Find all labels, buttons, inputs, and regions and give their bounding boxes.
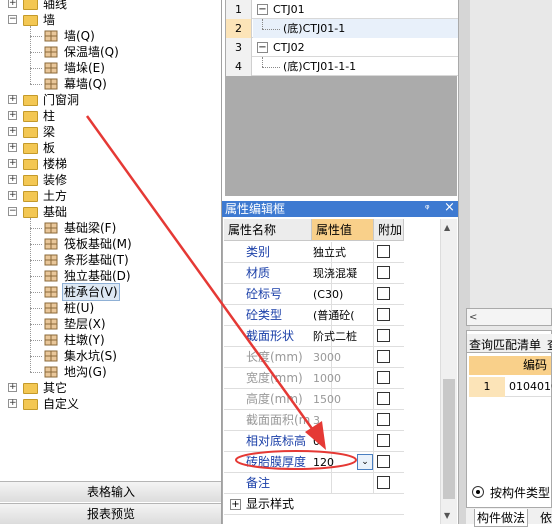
annotation-overlay — [85, 115, 357, 470]
annotation-ellipse — [235, 450, 357, 470]
annotation-arrow — [85, 115, 320, 438]
